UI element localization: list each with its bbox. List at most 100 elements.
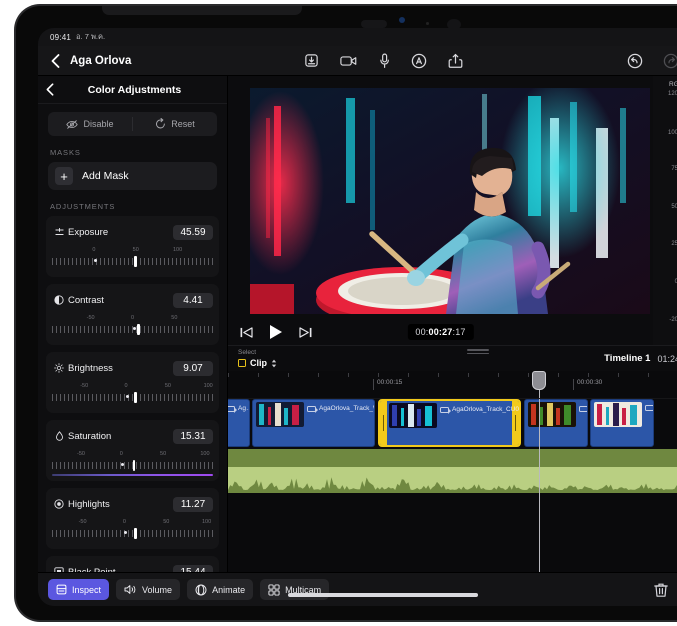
audio-track[interactable] xyxy=(228,449,677,493)
animate-icon xyxy=(195,584,207,596)
video-badge-icon xyxy=(228,406,235,412)
clip-selector[interactable]: Clip xyxy=(238,358,277,368)
adjustment-value[interactable]: 45.59 xyxy=(173,225,213,240)
share-icon[interactable] xyxy=(448,53,463,69)
eye-off-icon xyxy=(66,119,78,130)
adjustment-label: Highlights xyxy=(68,499,173,510)
playhead[interactable] xyxy=(539,399,540,572)
slider-zero-marker xyxy=(133,327,136,330)
timecode-main: 00:27 xyxy=(428,327,452,337)
adjustment-value[interactable]: 15.44 xyxy=(173,565,213,573)
ruler-time-label: 00:00:15 xyxy=(373,379,402,390)
video-camera-icon[interactable] xyxy=(340,53,358,69)
adjustment-value[interactable]: 4.41 xyxy=(173,293,213,308)
slider-thumb[interactable] xyxy=(137,324,140,335)
timeline-tracks: Ag… AgaOrlova_Track_Wid… AgaOrlova_Track_C… xyxy=(228,399,677,572)
timeline-clip[interactable]: Ag… xyxy=(228,399,250,447)
disable-button[interactable]: Disable xyxy=(48,112,132,136)
skip-previous-icon[interactable] xyxy=(240,327,253,338)
slider-scale: 050100 xyxy=(52,247,213,256)
slider-thumb[interactable] xyxy=(134,528,137,539)
timecode-prefix: 00: xyxy=(415,327,428,337)
ruler-time-label: 00:00:30 xyxy=(573,379,602,390)
adjustment-card-black-point: Black Point15.44-50050100 xyxy=(46,556,219,572)
ipad-device-frame: 09:41 อ. 7 พ.ค. Aga Orlova xyxy=(14,4,677,622)
bottom-button-animate[interactable]: Animate xyxy=(187,579,253,600)
scope-axis-tick: 75 xyxy=(671,166,677,172)
slider-scale-label: 100 xyxy=(202,519,211,525)
slider-scale: -50050100 xyxy=(52,519,213,528)
clip-name: Ag… xyxy=(238,405,250,412)
adjustment-slider[interactable]: -50050 xyxy=(52,315,213,337)
adjustment-slider[interactable]: 050100 xyxy=(52,247,213,269)
highlights-icon xyxy=(52,499,66,509)
slider-scale: -50050 xyxy=(52,315,213,324)
adjustment-slider[interactable]: -50050100 xyxy=(52,383,213,405)
clip-label: A… xyxy=(579,405,588,412)
adjustment-slider[interactable]: -50050100 xyxy=(52,451,213,473)
slider-thumb[interactable] xyxy=(134,256,137,267)
inspector-back-button[interactable] xyxy=(46,83,64,96)
timecode-display[interactable]: 00:00:27:17 xyxy=(407,324,473,340)
scope-axis-tick: 100 xyxy=(668,130,677,136)
timeline-clip[interactable]: AgaOrlova_Track_CU03 xyxy=(378,399,521,447)
reset-button[interactable]: Reset xyxy=(133,112,217,136)
playhead-knob[interactable] xyxy=(532,371,546,390)
clip-label: AgaOrlova_Track_Wid… xyxy=(307,405,375,412)
timeline-clip[interactable] xyxy=(590,399,654,447)
scope-axis-tick: 50 xyxy=(671,204,677,210)
timeline-clip[interactable]: AgaOrlova_Track_Wid… xyxy=(252,399,375,447)
adjustment-value[interactable]: 11.27 xyxy=(173,497,213,512)
chevron-updown-icon xyxy=(271,359,277,368)
exposure-icon xyxy=(52,228,66,237)
import-icon[interactable] xyxy=(304,53,319,69)
bottom-button-volume[interactable]: Volume xyxy=(116,579,180,600)
slider-ticks xyxy=(52,392,213,403)
reset-label: Reset xyxy=(171,119,195,129)
slider-scale-label: 50 xyxy=(163,519,169,525)
adjustment-header: Saturation15.31 xyxy=(52,427,213,445)
adjustment-label: Brightness xyxy=(68,363,173,374)
add-mask-button[interactable]: + Add Mask xyxy=(48,162,217,190)
slider-ticks xyxy=(52,324,213,335)
scope-axis-tick: 120 xyxy=(668,91,677,97)
video-preview[interactable] xyxy=(250,88,650,314)
timeline-ruler[interactable]: 00:00:15 00:00:30 xyxy=(228,371,677,399)
scope-axis-tick: 25 xyxy=(671,241,677,247)
video-badge-icon xyxy=(440,407,449,413)
scope-title: RGB Overlay xyxy=(669,81,677,88)
video-badge-icon xyxy=(579,406,588,412)
play-button[interactable] xyxy=(269,324,283,340)
timeline-name: Timeline 1 xyxy=(604,353,650,364)
trash-icon[interactable] xyxy=(654,582,668,598)
audio-circle-icon[interactable] xyxy=(411,53,427,69)
timeline-duration: 01:24 xyxy=(657,354,677,364)
adjustment-card-contrast: Contrast4.41-50050 xyxy=(46,284,219,345)
preview-row: RGB Overlay 1201007550250-20 xyxy=(228,76,677,345)
timeline-clip[interactable]: A… xyxy=(524,399,588,447)
adjustment-value[interactable]: 9.07 xyxy=(173,361,213,376)
adjustment-value[interactable]: 15.31 xyxy=(173,429,213,444)
slider-scale-label: 100 xyxy=(173,247,182,253)
clip-label: AgaOrlova_Track_CU03 xyxy=(440,406,521,413)
adjustment-slider[interactable]: -50050100 xyxy=(52,519,213,541)
clip-name: AgaOrlova_Track_CU03 xyxy=(452,406,521,413)
clip-label: Ag… xyxy=(228,405,250,412)
redo-icon[interactable] xyxy=(663,53,677,69)
slider-thumb[interactable] xyxy=(134,392,137,403)
selection-info: Select Clip xyxy=(238,349,277,368)
panel-drag-handle[interactable] xyxy=(467,349,489,354)
bottom-button-inspect[interactable]: Inspect xyxy=(48,579,109,600)
scope-axis-labels: 1201007550250-20 xyxy=(653,92,677,321)
slider-thumb[interactable] xyxy=(133,460,136,471)
adjustment-card-highlights: Highlights11.27-50050100 xyxy=(46,488,219,549)
clip-trim-handle-left[interactable] xyxy=(380,401,387,445)
adjustments-section-label: ADJUSTMENTS xyxy=(50,202,227,211)
microphone-icon[interactable] xyxy=(379,53,390,69)
undo-icon[interactable] xyxy=(627,53,643,69)
skip-next-icon[interactable] xyxy=(299,327,312,338)
slider-scale-label: -50 xyxy=(77,451,85,457)
adjustment-header: Black Point15.44 xyxy=(52,563,213,572)
adjustment-header: Highlights11.27 xyxy=(52,495,213,513)
ruler-ticks xyxy=(228,373,677,377)
